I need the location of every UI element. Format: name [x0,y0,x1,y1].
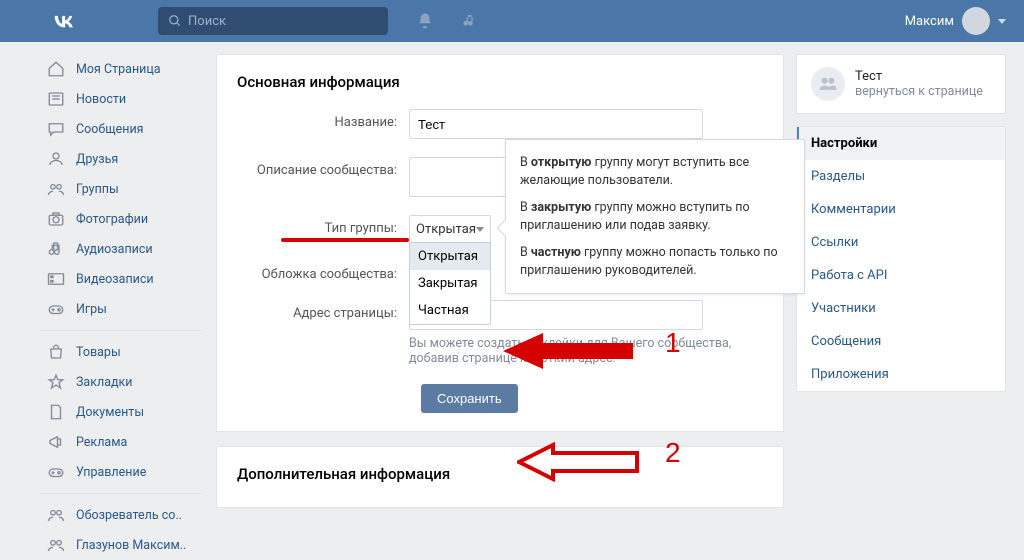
search-input[interactable]: Поиск [158,7,388,35]
camera-icon [46,209,66,229]
settings-menu-item-3[interactable]: Ссылки [797,226,1005,259]
type-label: Тип группы: [325,221,397,236]
top-icons [416,12,478,30]
bag-icon [46,342,66,362]
nav-label: Друзья [76,152,118,167]
user-menu[interactable]: Максим [905,7,1006,35]
group-header-card: Тест вернуться к странице [796,54,1006,114]
settings-menu-item-6[interactable]: Сообщения [797,325,1005,358]
chevron-down-icon [998,19,1006,24]
nav-label: Аудиозаписи [76,242,153,257]
nav-label: Видеозаписи [76,272,154,287]
settings-menu-item-1[interactable]: Разделы [797,160,1005,193]
nav-item-0[interactable]: Моя Страница [40,54,204,84]
doc-icon [46,402,66,422]
desc-label: Описание сообщества: [237,157,409,178]
ads-icon [46,432,66,452]
main-content: Основная информация Название: Описание с… [216,54,784,508]
nav-label: Новости [76,92,126,107]
nav-item-3[interactable]: Друзья [40,144,204,174]
nav-label: Реклама [76,435,127,450]
nav3-item-0[interactable]: Обозреватель со.. [40,500,204,530]
nav-item-7[interactable]: Видеозаписи [40,264,204,294]
nav-item-1[interactable]: Новости [40,84,204,114]
nav-item-8[interactable]: Игры [40,294,204,324]
nav-label: Обозреватель со.. [76,508,182,523]
type-option-closed[interactable]: Закрытая [410,270,490,297]
nav-item-4[interactable]: Группы [40,174,204,204]
group-icon [46,179,66,199]
news-icon [46,89,66,109]
group-icon [818,74,838,94]
topbar: Поиск Максим [0,0,1024,42]
page-title: Основная информация [237,73,763,91]
search-icon [168,14,182,28]
nav3-item-1[interactable]: Глазунов Максим.. [40,530,204,560]
right-column: Тест вернуться к странице НастройкиРазде… [796,54,1006,404]
save-button[interactable]: Сохранить [421,384,518,413]
type-dropdown: Открытая Закрытая Частная [409,242,491,325]
search-placeholder: Поиск [188,14,226,29]
settings-menu-item-0[interactable]: Настройки [797,127,1005,160]
settings-menu: НастройкиРазделыКомментарииСсылкиРабота … [796,126,1006,392]
settings-menu-item-4[interactable]: Работа с API [797,259,1005,292]
chevron-down-icon [476,227,484,232]
settings-menu-item-7[interactable]: Приложения [797,358,1005,391]
annotation-underline [281,238,409,242]
nav2-item-2[interactable]: Документы [40,397,204,427]
nav2-item-1[interactable]: Закладки [40,367,204,397]
address-label: Адрес страницы: [237,300,409,321]
game-icon [46,299,66,319]
address-hint: Вы можете создать наклейки для Вашего со… [409,336,739,366]
type-option-private[interactable]: Частная [410,297,490,324]
nav-label: Игры [76,302,107,317]
nav-label: Сообщения [76,122,144,137]
music-icon [46,239,66,259]
nav-label: Глазунов Максим.. [76,538,186,553]
nav-item-6[interactable]: Аудиозаписи [40,234,204,264]
vk-logo[interactable] [50,7,78,35]
username: Максим [905,14,954,29]
name-label: Название: [237,109,409,130]
star-icon [46,372,66,392]
chat-icon [46,119,66,139]
type-select[interactable]: Открытая [409,215,491,243]
user-icon [46,149,66,169]
home-icon [46,59,66,79]
settings-menu-item-5[interactable]: Участники [797,292,1005,325]
nav2-item-4[interactable]: Управление [40,457,204,487]
type-tooltip: В открытую группу могут вступить все жел… [505,139,805,294]
cover-label: Обложка сообщества: [237,261,409,282]
bell-icon[interactable] [416,12,434,30]
secondary-card: Дополнительная информация [216,446,784,508]
music-top-icon[interactable] [462,13,478,29]
nav-item-5[interactable]: Фотографии [40,204,204,234]
nav-label: Управление [76,465,146,480]
nav-label: Закладки [76,375,133,390]
nav2-item-0[interactable]: Товары [40,337,204,367]
main-card: Основная информация Название: Описание с… [216,54,784,432]
nav-item-2[interactable]: Сообщения [40,114,204,144]
nav-label: Документы [76,405,144,420]
avatar [962,7,990,35]
nav-label: Товары [76,345,121,360]
group-icon [46,535,66,555]
game-icon [46,462,66,482]
type-selected: Открытая [416,222,476,237]
nav2-item-3[interactable]: Реклама [40,427,204,457]
name-input[interactable] [409,109,703,139]
nav-label: Фотографии [76,212,148,227]
sidebar: Моя Страница Новости Сообщения Друзья Группы… [40,54,204,560]
group-icon [46,505,66,525]
back-to-page-link[interactable]: вернуться к странице [855,84,983,99]
video-icon [46,269,66,289]
nav-label: Моя Страница [76,62,161,77]
nav-label: Группы [76,182,119,197]
settings-menu-item-2[interactable]: Комментарии [797,193,1005,226]
secondary-title: Дополнительная информация [237,465,763,483]
group-avatar [811,67,845,101]
type-option-open[interactable]: Открытая [410,243,490,270]
group-name: Тест [855,69,983,84]
